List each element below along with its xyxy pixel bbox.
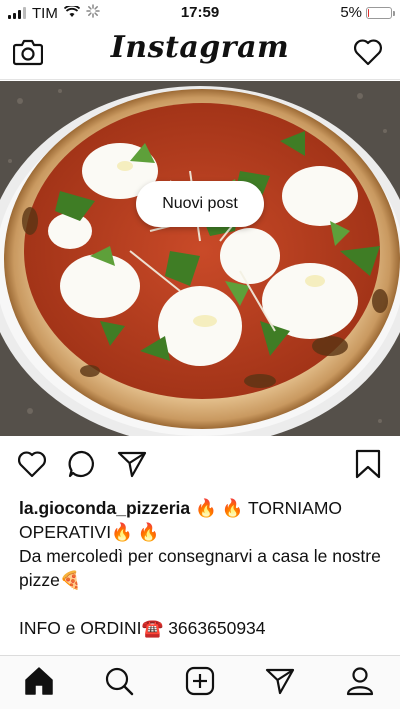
- paper-plane-icon: [117, 450, 147, 483]
- caption-info: INFO e ORDINI: [19, 618, 142, 638]
- caption-line-1: la.gioconda_pizzeria 🔥 🔥 TORNIAMO OPERAT…: [19, 496, 389, 544]
- comment-icon: [67, 449, 97, 484]
- bottom-nav: [0, 655, 400, 709]
- save-button[interactable]: [352, 449, 384, 484]
- status-bar: TIM 17:59 5%: [0, 0, 400, 26]
- caption-line-2: Da mercoledì per consegnarvi a casa le n…: [19, 544, 389, 592]
- nav-profile[interactable]: [343, 666, 377, 700]
- profile-icon: [345, 666, 375, 701]
- fire-emoji: 🔥 🔥: [195, 498, 244, 518]
- battery-percent: 5%: [340, 4, 362, 21]
- nav-search[interactable]: [102, 666, 136, 700]
- share-button[interactable]: [116, 450, 148, 482]
- post-photo[interactable]: Nuovi post: [0, 81, 400, 436]
- caption-line-3: INFO e ORDINI☎️ 3663650934: [19, 616, 389, 640]
- instagram-logo: Instagram: [110, 30, 290, 65]
- direct-icon: [265, 667, 295, 700]
- phone-emoji: ☎️: [141, 618, 164, 638]
- nav-direct[interactable]: [263, 666, 297, 700]
- nav-home[interactable]: [22, 666, 56, 700]
- new-post-icon: [185, 666, 215, 701]
- pizza-emoji: 🍕: [59, 570, 82, 590]
- search-icon: [104, 666, 134, 701]
- caption-phone[interactable]: 3663650934: [168, 618, 265, 638]
- heart-icon: [17, 450, 47, 483]
- post-username[interactable]: la.gioconda_pizzeria: [19, 498, 190, 518]
- status-right: 5%: [340, 4, 395, 21]
- post-caption: la.gioconda_pizzeria 🔥 🔥 TORNIAMO OPERAT…: [19, 496, 389, 640]
- heart-icon: [353, 38, 383, 71]
- home-icon: [24, 666, 54, 701]
- activity-button[interactable]: [350, 36, 386, 72]
- pizza-image: [0, 81, 400, 436]
- battery-fill: [368, 8, 370, 17]
- like-button[interactable]: [16, 450, 48, 482]
- post-actions: [0, 446, 400, 486]
- nav-new-post[interactable]: [183, 666, 217, 700]
- new-posts-pill[interactable]: Nuovi post: [136, 181, 264, 227]
- fire-emoji-end: 🔥 🔥: [111, 522, 160, 542]
- battery-icon: [366, 6, 395, 19]
- comment-button[interactable]: [66, 450, 98, 482]
- app-header: Instagram: [0, 26, 400, 80]
- bookmark-icon: [355, 449, 381, 484]
